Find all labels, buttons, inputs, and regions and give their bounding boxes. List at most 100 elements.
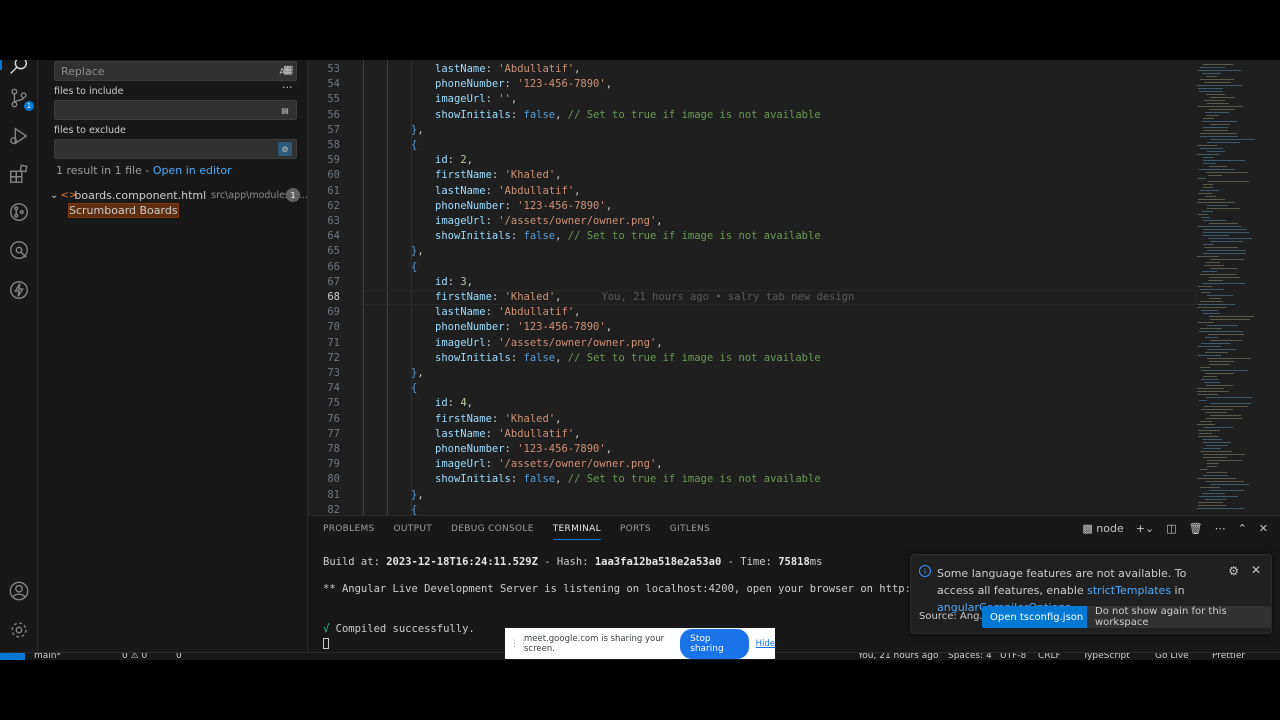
code-token: 'Khaled' [504,412,556,425]
code-line[interactable]: 60 firstName: 'Khaled', [308,168,1188,183]
code-line[interactable]: 63 imageUrl: '/assets/owner/owner.png', [308,214,1188,229]
open-tsconfig-button[interactable]: Open tsconfig.json [982,606,1092,628]
more-options-icon[interactable]: ... [282,78,293,91]
encoding-status[interactable]: UTF-8 [1000,653,1026,660]
code-line[interactable]: 73}, [308,366,1188,381]
code-line[interactable]: 71 imageUrl: '/assets/owner/owner.png', [308,336,1188,351]
minimap[interactable] [1193,60,1273,515]
do-not-show-again-button[interactable]: Do not show again for this workspace [1087,606,1271,628]
minimap-line [1207,466,1217,467]
account-icon[interactable] [7,579,31,603]
code-text: { [411,503,417,515]
open-in-editor-link[interactable]: Open in editor [153,164,232,177]
code-token: phoneNumber [435,321,505,334]
code-text: }, [411,244,424,259]
code-line[interactable]: 72 showInitials: false, // Set to true if… [308,351,1188,366]
maximize-panel-icon[interactable]: ⌃ [1238,522,1247,535]
tab-debug-console[interactable]: DEBUG CONSOLE [451,524,534,540]
tab-problems[interactable]: PROBLEMS [323,524,375,540]
search-match[interactable]: Scrumboard Boards [68,203,179,218]
code-line[interactable]: 81}, [308,488,1188,503]
use-exclude-settings-icon[interactable]: ⚙ [278,142,292,156]
remote-indicator[interactable] [0,653,25,660]
code-editor[interactable]: 53 lastName: 'Abdullatif', 54 phoneNumber: … [308,60,1280,515]
code-line[interactable]: 57}, [308,123,1188,138]
indentation-status[interactable]: Spaces: 4 [948,653,992,660]
terminal-prompt[interactable] [323,637,329,649]
code-line[interactable]: 79 imageUrl: '/assets/owner/owner.png', [308,457,1188,472]
minimap-line [1205,112,1229,113]
tab-ports[interactable]: PORTS [620,524,651,540]
code-line[interactable]: 62 phoneNumber: '123-456-7890', [308,199,1188,214]
code-line[interactable]: 65}, [308,244,1188,259]
code-line[interactable]: 56 showInitials: false, // Set to true if… [308,108,1188,123]
remote-explorer-icon[interactable] [7,238,31,262]
run-debug-icon[interactable] [7,124,31,148]
code-line[interactable]: 59 id: 2, [308,153,1188,168]
code-line[interactable]: 66 { [308,260,1188,275]
terminal-instance[interactable]: ▩ node [1082,522,1123,535]
code-line[interactable]: 70 phoneNumber: '123-456-7890', [308,320,1188,335]
code-line[interactable]: 74 { [308,381,1188,396]
eol-status[interactable]: CRLF [1038,653,1061,660]
search-icon[interactable] [7,60,31,78]
go-live-status[interactable]: Go Live [1155,653,1189,660]
minimap-line [1210,139,1255,140]
gitlens-icon[interactable] [7,200,31,224]
code-line[interactable]: 82 { [308,503,1188,515]
files-to-include-input[interactable]: ▤ [54,100,297,120]
code-line[interactable]: 58 { [308,138,1188,153]
code-line[interactable]: 78 phoneNumber: '123-456-7890', [308,442,1188,457]
split-terminal-icon[interactable]: ◫ [1166,522,1176,535]
problems-status[interactable]: 0 ⚠ 0 [122,653,147,660]
open-editors-only-icon[interactable]: ▤ [278,103,292,117]
code-line[interactable]: 67 id: 3, [308,275,1188,290]
tab-terminal[interactable]: TERMINAL [552,524,601,540]
prettier-status[interactable]: Prettier [1212,653,1245,660]
replace-input[interactable]: Replace AB [54,61,297,81]
code-line[interactable]: 53 lastName: 'Abdullatif', [308,62,1188,77]
code-line[interactable]: 69 lastName: 'Abdullatif', [308,305,1188,320]
code-line[interactable]: 77 lastName: 'Abdullatif', [308,427,1188,442]
minimap-line [1201,217,1210,218]
notification-settings-gear-icon[interactable]: ⚙ [1228,564,1239,578]
source-control-icon[interactable]: 1 [7,86,34,111]
close-panel-icon[interactable]: ✕ [1259,522,1268,535]
hide-banner-link[interactable]: Hide [756,639,775,649]
code-line[interactable]: 64 showInitials: false, // Set to true if… [308,229,1188,244]
code-line[interactable]: 68 firstName: 'Khaled', You, 21 hours ago … [308,290,1188,305]
code-token: imageUrl [435,215,486,227]
minimap-line [1209,361,1234,362]
files-to-exclude-input[interactable]: ⚙ [54,139,297,159]
minimap-line [1207,208,1240,209]
line-number: 63 [327,215,340,227]
chevron-down-icon[interactable]: ⌄ [50,190,58,201]
code-line[interactable]: 61 lastName: 'Abdullatif', [308,184,1188,199]
stop-sharing-button[interactable]: Stop sharing [680,628,749,659]
thunder-client-icon[interactable] [7,278,31,302]
kill-terminal-icon[interactable]: 🗑 [1189,522,1203,535]
notification-close-icon[interactable]: ✕ [1251,563,1261,577]
strict-templates-link[interactable]: strictTemplates [1087,584,1171,597]
code-line[interactable]: 80 showInitials: false, // Set to true if… [308,472,1188,487]
extensions-icon[interactable] [7,162,31,186]
tab-output[interactable]: OUTPUT [394,524,432,540]
replace-all-icon[interactable]: ▦ [283,63,293,76]
branch-status[interactable]: main* [34,653,61,660]
ports-status[interactable]: 0 [176,653,182,660]
code-line[interactable]: 55 imageUrl: '', [308,92,1188,107]
drag-handle-icon[interactable]: ⋮⋮ [510,639,528,649]
line-number: 54 [327,78,340,91]
more-actions-icon[interactable]: ⋯ [1215,522,1226,535]
code-line[interactable]: 76 firstName: 'Khaled', [308,412,1188,427]
code-token: lastName [435,306,486,319]
tab-gitlens[interactable]: GITLENS [670,524,710,540]
code-line[interactable]: 54 phoneNumber: '123-456-7890', [308,77,1188,92]
language-status[interactable]: TypeScript [1083,653,1130,660]
code-line[interactable]: 75 id: 4, [308,396,1188,411]
search-result-file[interactable]: ⌄ <> boards.component.html src\app\modul… [50,186,308,204]
new-terminal-icon[interactable]: +⌄ [1136,522,1154,535]
blame-status[interactable]: You, 21 hours ago [858,653,938,660]
settings-gear-icon[interactable] [7,618,31,642]
minimap-line [1202,439,1222,440]
